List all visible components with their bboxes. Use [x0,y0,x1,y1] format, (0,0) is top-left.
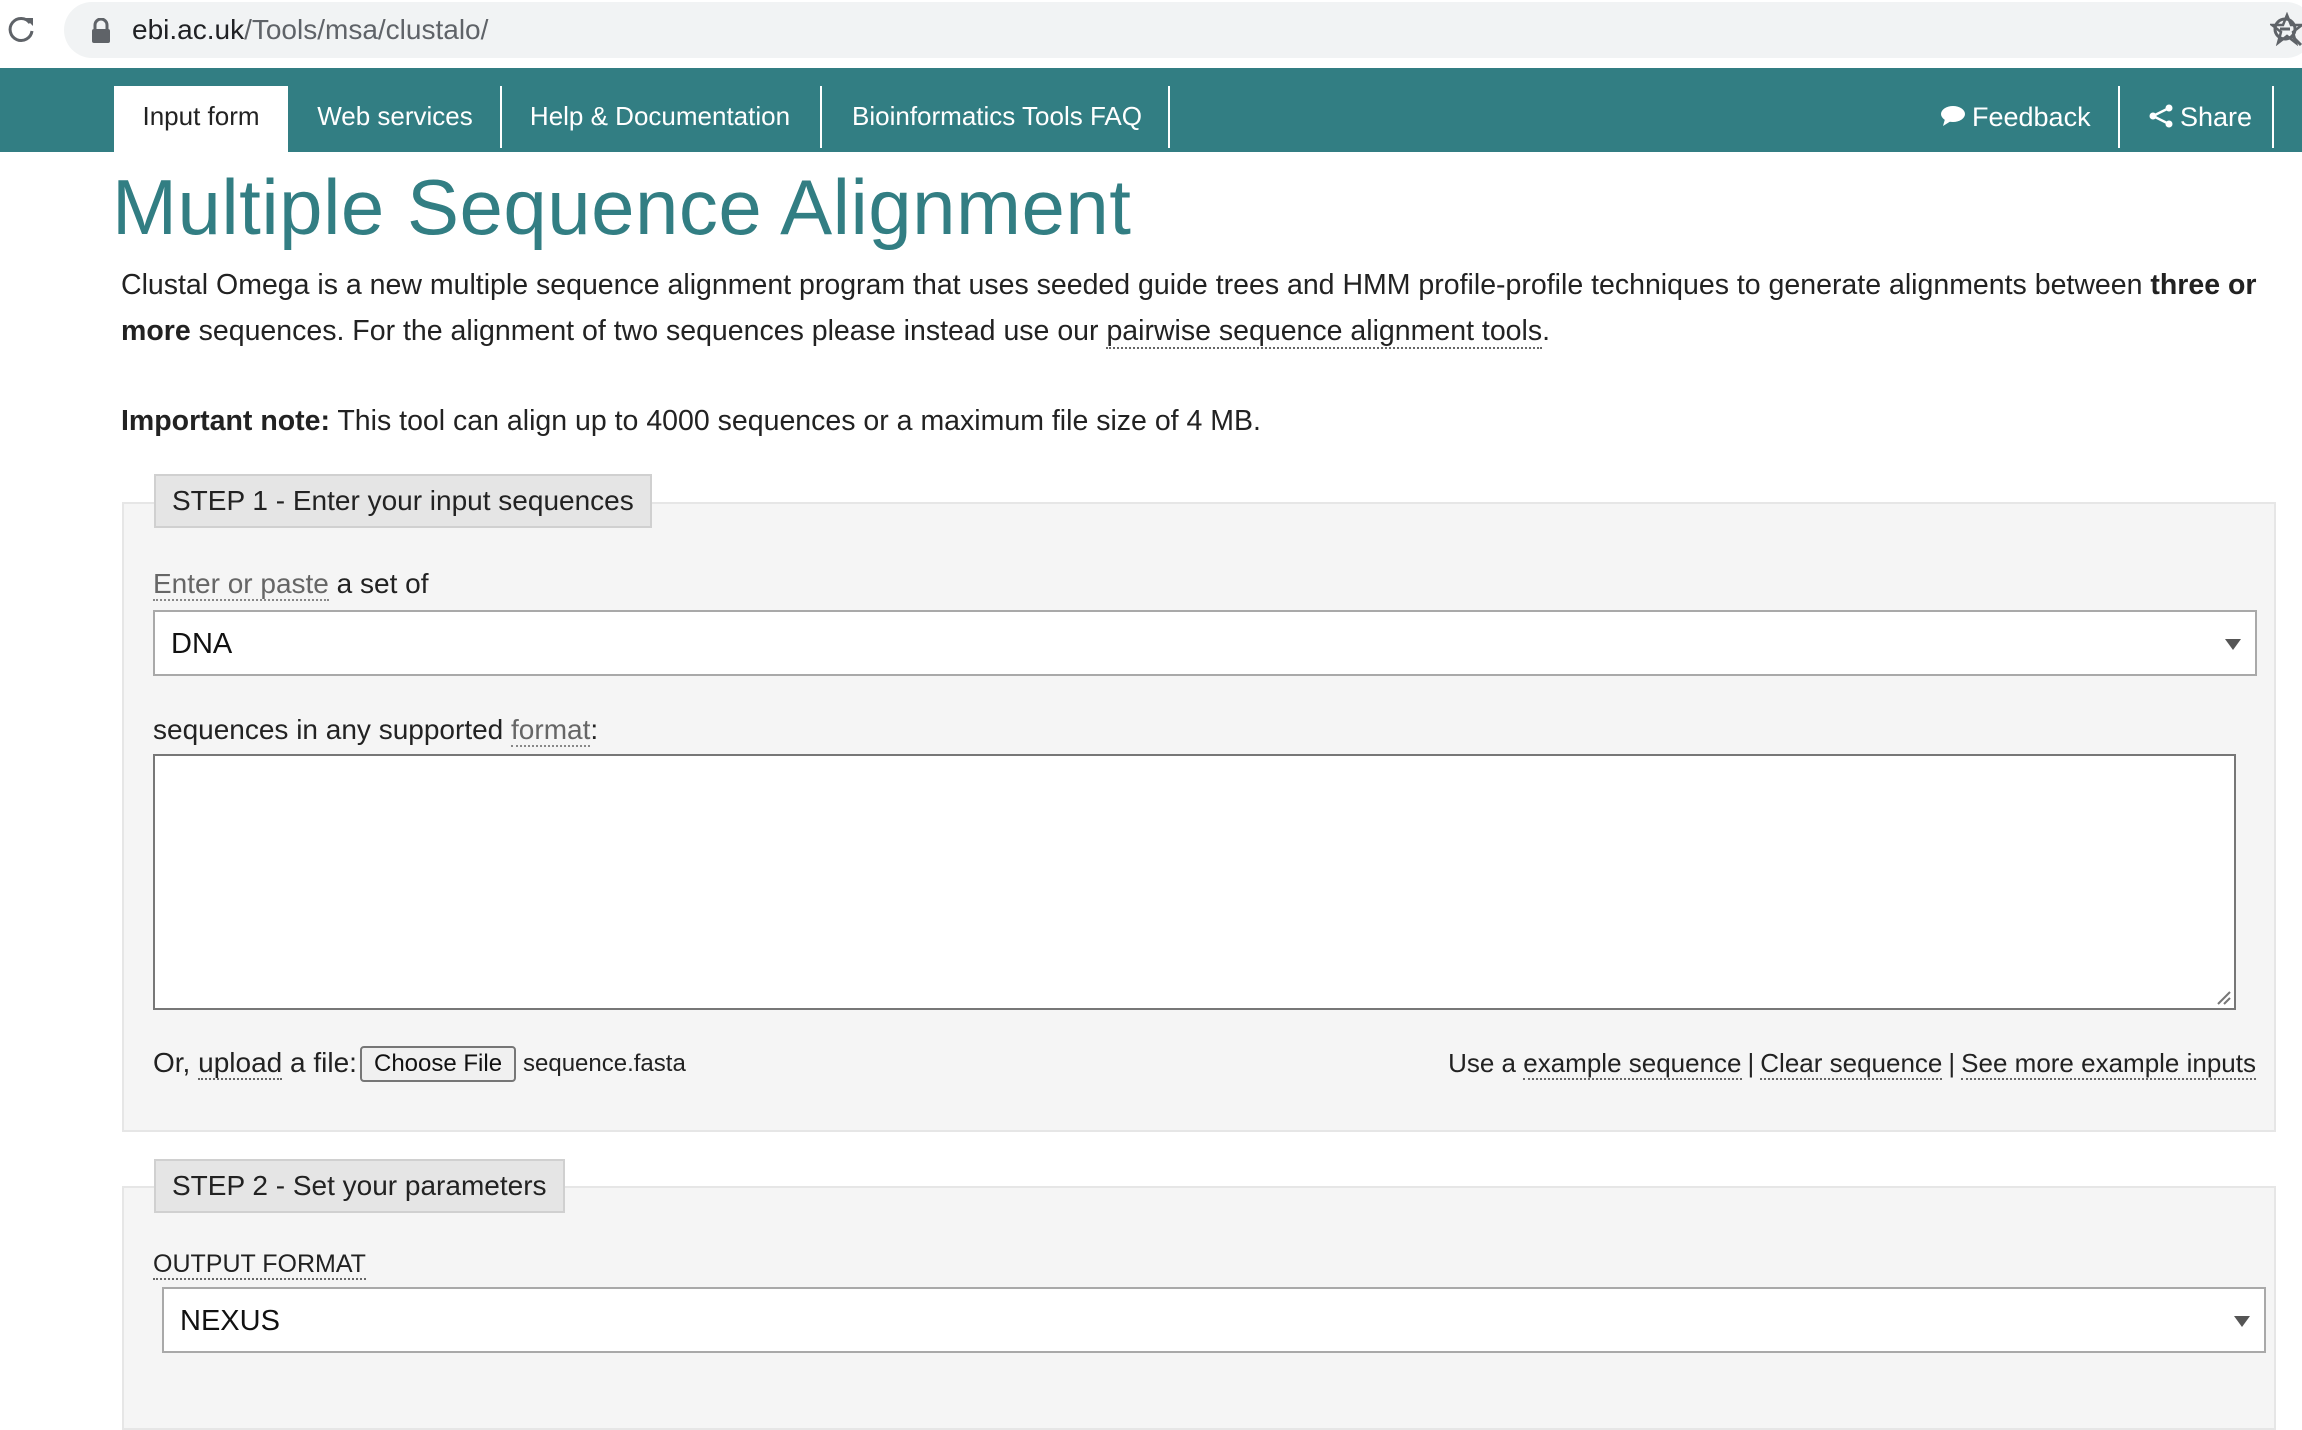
resize-handle-icon[interactable] [2214,988,2232,1006]
tab-input-form[interactable]: Input form [114,86,288,152]
sequence-textarea[interactable] [153,754,2236,1010]
lock-icon [92,18,110,43]
example-links: Use a example sequence | Clear sequence | Se… [1448,1048,2256,1080]
step1-legend: STEP 1 - Enter your input sequences [154,474,652,528]
site-nav: Input form Web services Help & Documenta… [0,68,2302,152]
tab-help-documentation[interactable]: Help & Documentation [512,86,808,152]
output-format-select[interactable]: NEXUS [162,1287,2266,1353]
important-note: Important note: This tool can align up t… [121,405,1261,437]
intro-paragraph: Clustal Omega is a new multiple sequence… [121,269,2257,349]
upload-link[interactable]: upload [198,1047,283,1080]
sequence-type-label: Enter or paste a set of [153,568,429,601]
address-bar[interactable]: ebi.ac.uk/Tools/msa/clustalo/ [64,2,2302,58]
share-icon [2149,104,2173,128]
star-icon[interactable] [2270,12,2302,46]
chevron-down-icon [2234,1316,2250,1327]
nav-divider [2118,86,2120,148]
reload-icon[interactable] [6,14,36,44]
more-examples-link[interactable]: See more example inputs [1961,1048,2256,1080]
nav-divider [820,86,822,148]
upload-label: Or, upload a file: [153,1047,357,1080]
chosen-file-name: sequence.fasta [523,1050,686,1077]
clear-sequence-link[interactable]: Clear sequence [1760,1048,1943,1080]
example-sequence-link[interactable]: example sequence [1523,1048,1742,1080]
pairwise-tools-link[interactable]: pairwise sequence alignment tools [1106,315,1543,349]
choose-file-button[interactable]: Choose File [360,1046,517,1082]
sequence-type-select[interactable]: DNA [153,610,2257,676]
nav-divider [1168,86,1170,148]
chat-bubble-icon [1941,105,1965,126]
page-title: Multiple Sequence Alignment [112,163,1132,251]
browser-toolbar: ebi.ac.uk/Tools/msa/clustalo/ [0,0,2302,68]
output-format-label: OUTPUT FORMAT [153,1250,366,1280]
share-label: Share [2180,102,2253,132]
tab-bioinformatics-faq[interactable]: Bioinformatics Tools FAQ [832,86,1162,152]
step2-legend: STEP 2 - Set your parameters [154,1159,565,1213]
enter-or-paste-link[interactable]: Enter or paste [153,568,329,601]
feedback-link[interactable]: Feedback [1940,86,2091,148]
nav-divider [500,86,502,148]
share-link[interactable]: Share [2148,86,2252,148]
url-text[interactable]: ebi.ac.uk/Tools/msa/clustalo/ [132,12,488,48]
feedback-label: Feedback [1972,102,2091,132]
chevron-down-icon [2225,639,2241,650]
tab-web-services[interactable]: Web services [300,86,490,152]
nav-divider [2272,86,2274,148]
sequence-format-label: sequences in any supported format: [153,714,599,747]
format-link[interactable]: format [511,714,591,747]
